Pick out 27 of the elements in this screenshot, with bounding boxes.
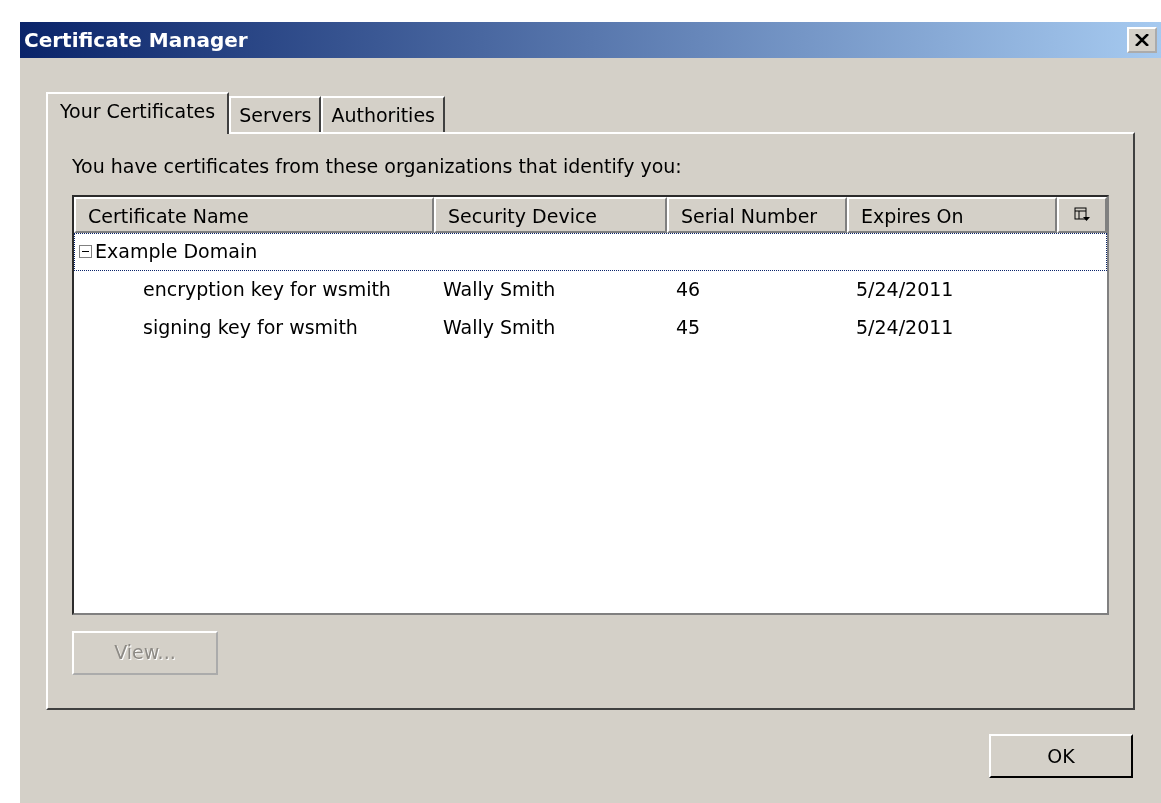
column-picker-button[interactable] [1057,196,1107,233]
column-header[interactable]: Security Device [434,196,667,233]
table-cell-text: Wally Smith [442,315,557,341]
table-cell-text: 46 [675,277,702,303]
table-cell-text: signing key for wsmith [142,315,359,341]
description-text: You have certificates from these organizations that identify you: [72,154,683,179]
table-cell-text: 5/24/2011 [855,315,955,341]
column-picker-icon [1074,206,1090,223]
tree-row[interactable]: Example Domain [74,232,1107,271]
window-title: Certificate Manager [24,27,248,54]
close-icon [1135,34,1149,46]
group-name: Example Domain [95,239,258,265]
tab[interactable]: Your Certificates [46,92,230,134]
tab[interactable]: Authorities [321,96,445,132]
ok-button[interactable]: OK [989,734,1133,778]
table-cell-text: encryption key for wsmith [142,277,392,303]
column-header[interactable]: Serial Number [667,196,847,233]
table-cell-text: 5/24/2011 [855,277,955,303]
tab[interactable]: Servers [229,96,322,132]
table-cell-text: 45 [675,315,702,341]
column-header[interactable]: Certificate Name [74,196,434,233]
table-cell-text: Wally Smith [442,277,557,303]
tree-row[interactable]: signing key for wsmith Wally Smith 45 5/24/2011 [74,308,1107,347]
collapse-toggle[interactable] [79,245,92,258]
close-button[interactable] [1127,27,1157,53]
column-header[interactable]: Expires On [847,196,1057,233]
tree-row[interactable]: encryption key for wsmith Wally Smith 46 5/24/2011 [74,270,1107,309]
